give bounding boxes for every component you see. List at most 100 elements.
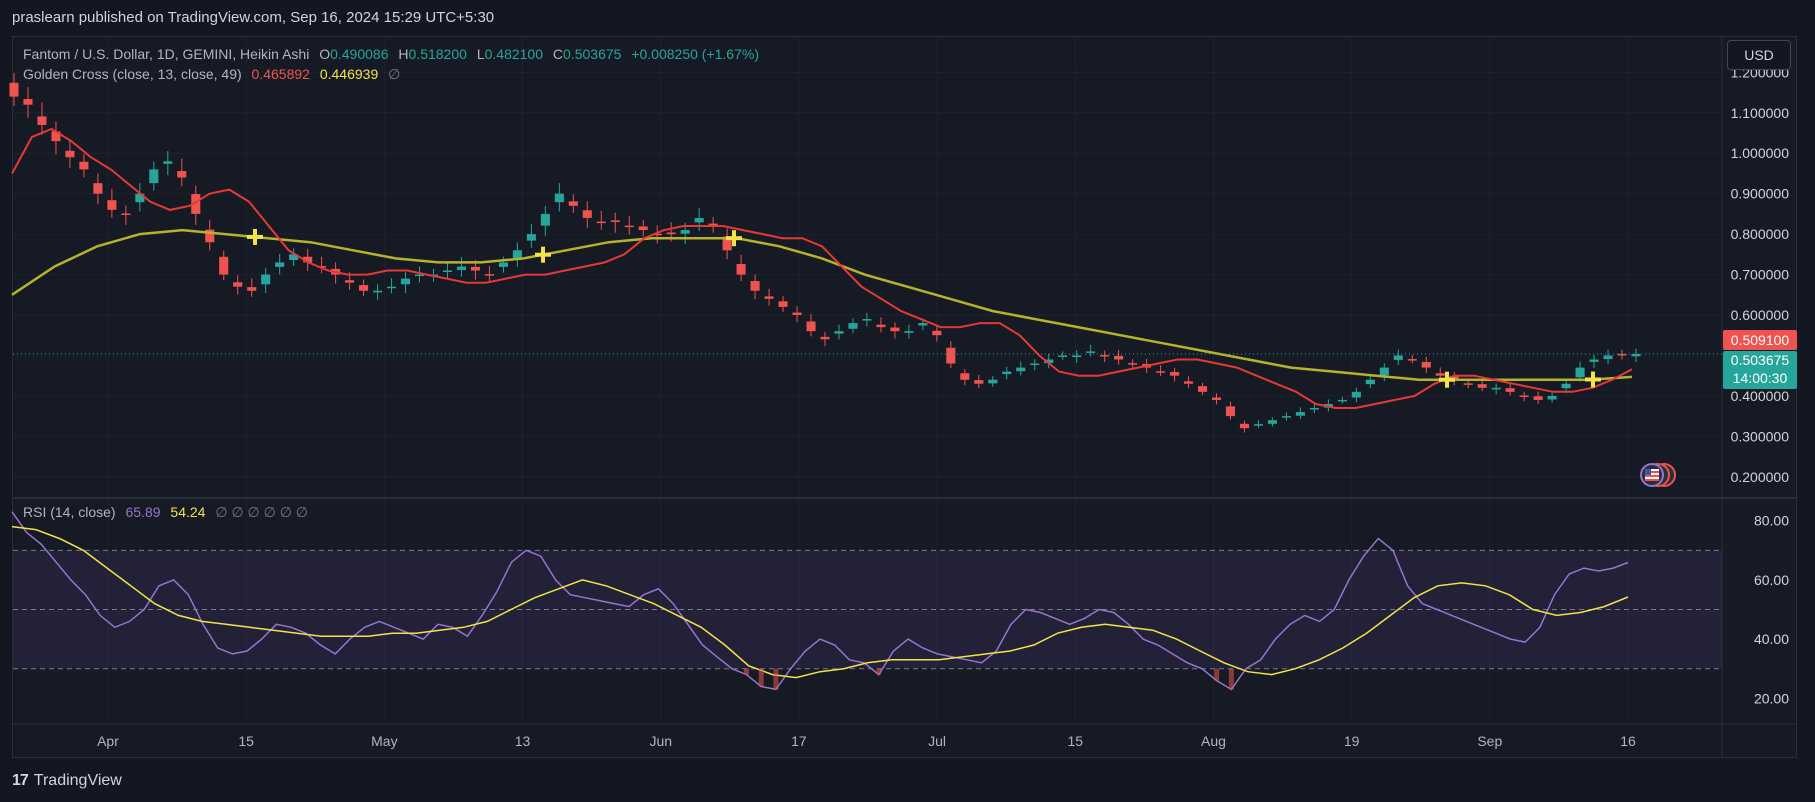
candle-body — [1393, 355, 1403, 360]
candle-body — [1547, 395, 1557, 400]
indicator-title[interactable]: Golden Cross (close, 13, close, 49) — [23, 66, 242, 82]
candle-body — [666, 232, 676, 235]
candle-body — [1016, 367, 1026, 372]
candle-body — [1435, 373, 1445, 376]
candle-body — [233, 282, 243, 287]
candle-body — [65, 150, 75, 158]
candle-body — [932, 330, 942, 336]
candle-body — [624, 225, 634, 228]
chart-canvas[interactable]: Apr 15 May 13 Jun 17 Jul 15 Aug 19 Sep 161.2000001.… — [0, 0, 1815, 802]
tradingview-footer: 17 TradingView — [12, 772, 122, 790]
price-tick-label: 1.100000 — [1731, 105, 1790, 121]
rsi-title[interactable]: RSI (14, close) — [23, 504, 116, 520]
x-tick-label: 15 — [238, 733, 254, 749]
candle-body — [1072, 355, 1082, 358]
candle-body — [1561, 383, 1571, 389]
candle-body — [470, 266, 480, 271]
candle-body — [960, 373, 970, 380]
rsi-ma-value: 54.24 — [170, 504, 206, 520]
candle-body — [456, 266, 466, 271]
price-tick-label: 0.800000 — [1731, 226, 1790, 242]
x-tick-label: 16 — [1620, 733, 1636, 749]
candle-body — [1463, 383, 1473, 385]
slow-ma-value: 0.446939 — [319, 66, 379, 82]
tradingview-logo-icon: 17 — [12, 772, 29, 789]
candle-body — [1002, 371, 1012, 375]
candle-body — [1309, 408, 1319, 410]
fast-ma-line — [11, 127, 1633, 409]
candle-body — [1589, 359, 1599, 362]
price-tick-label: 0.700000 — [1731, 267, 1790, 283]
candle-body — [946, 347, 956, 364]
ohlc-low: L0.482100 — [476, 46, 544, 62]
candle-body — [1505, 388, 1515, 392]
candle-body — [1030, 363, 1040, 366]
candle-body — [1114, 355, 1124, 360]
candle-body — [806, 321, 816, 332]
candle-body — [1477, 384, 1487, 388]
price-change: +0.008250 (+1.67%) — [631, 46, 759, 62]
candle-body — [1267, 420, 1277, 424]
candle-body — [498, 262, 508, 267]
last-price-tag: 0.503675 14:00:30 — [1723, 351, 1797, 389]
fast-ma-value: 0.465892 — [251, 66, 310, 82]
symbol-legend: Fantom / U.S. Dollar, 1D, GEMINI, Heikin… — [23, 46, 765, 62]
price-tick-label: 0.900000 — [1731, 186, 1790, 202]
candle-body — [820, 336, 830, 340]
candle-body — [414, 274, 425, 277]
x-tick-label: Apr — [97, 733, 119, 749]
candle-body — [512, 250, 522, 258]
candle-body — [526, 234, 536, 241]
candle-body — [1253, 424, 1264, 426]
tradingview-brand[interactable]: TradingView — [34, 772, 122, 789]
candle-body — [373, 290, 383, 293]
candle-body — [1631, 353, 1641, 357]
candle-body — [261, 274, 271, 285]
candle-body — [1519, 395, 1529, 397]
candle-body — [1225, 406, 1236, 417]
x-tick-label: Sep — [1477, 733, 1502, 749]
candle-body — [1281, 416, 1291, 418]
x-tick-label: 13 — [515, 733, 531, 749]
candle-body — [1239, 423, 1250, 429]
candle-body — [1365, 379, 1375, 385]
candle-body — [764, 296, 774, 299]
candle-body — [1379, 367, 1389, 376]
candle-body — [93, 183, 103, 194]
symbol-title[interactable]: Fantom / U.S. Dollar, 1D, GEMINI, Heikin… — [23, 46, 309, 62]
candle-body — [554, 193, 564, 203]
rsi-tick-label: 60.00 — [1754, 572, 1789, 588]
candle-body — [1197, 386, 1208, 392]
candle-body — [1086, 351, 1096, 353]
x-tick-label: 19 — [1344, 733, 1360, 749]
slow-ma-line — [11, 228, 1633, 381]
x-tick-label: 17 — [791, 733, 807, 749]
currency-button[interactable]: USD — [1727, 40, 1791, 70]
rsi-tick-label: 40.00 — [1754, 631, 1789, 647]
candle-body — [596, 221, 606, 224]
us-flag-event-icon[interactable] — [1618, 463, 1678, 487]
candle-body — [610, 220, 620, 222]
candle-body — [107, 200, 117, 210]
candle-body — [568, 201, 578, 206]
last-price: 0.503675 — [1730, 352, 1790, 368]
golden-cross-marker — [247, 228, 263, 245]
ohlc-close: C0.503675 — [552, 46, 622, 62]
candle-body — [694, 217, 704, 223]
candle-body — [400, 278, 411, 285]
candle-body — [974, 380, 984, 384]
candle-body — [1575, 367, 1585, 378]
candle-body — [1058, 355, 1068, 357]
candle-body — [386, 286, 397, 289]
price-tick-label: 0.300000 — [1731, 428, 1790, 444]
candle-body — [121, 213, 131, 215]
candle-body — [638, 226, 648, 231]
golden-cross-marker — [535, 246, 551, 263]
candle-body — [778, 301, 788, 307]
candle-body — [876, 324, 886, 328]
candle-body — [918, 323, 928, 326]
red-price-tag: 0.509100 — [1723, 330, 1797, 350]
candle-body — [1603, 355, 1613, 360]
candle-body — [904, 331, 914, 333]
price-tick-label: 0.400000 — [1731, 388, 1790, 404]
